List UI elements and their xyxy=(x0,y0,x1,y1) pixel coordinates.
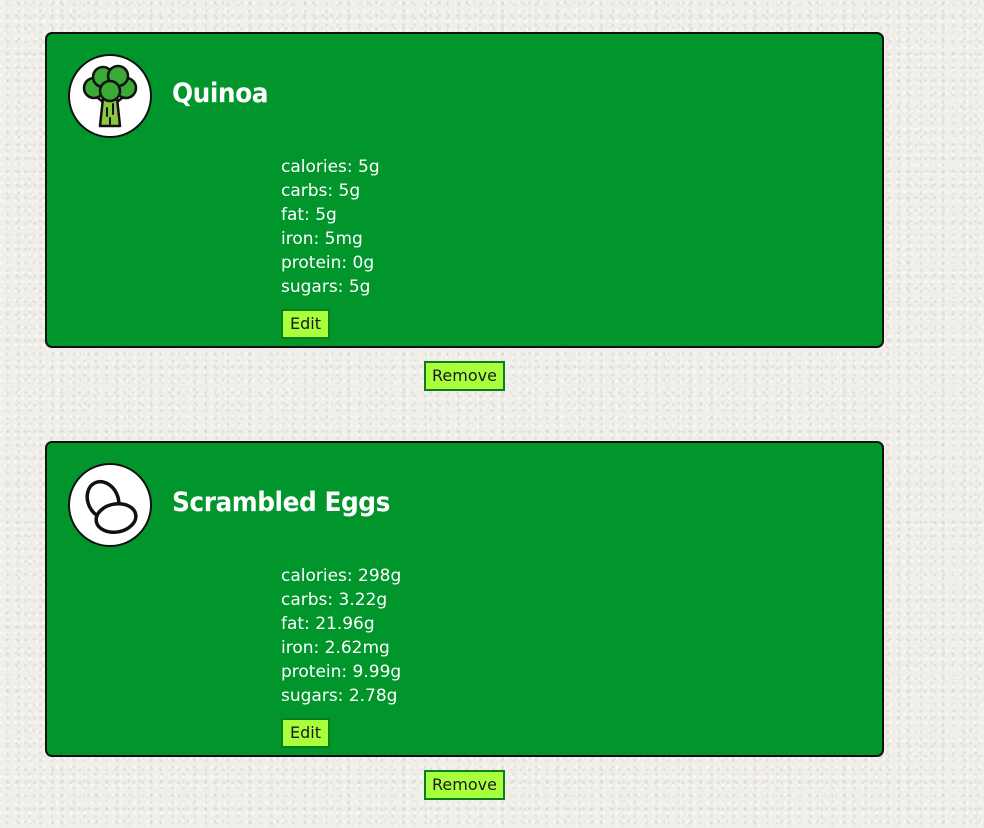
food-card: Scrambled Eggs calories: 298g carbs: 3.2… xyxy=(45,441,884,757)
food-name: Quinoa xyxy=(172,78,269,109)
nutrient-calories: calories: 5g xyxy=(281,157,380,177)
nutrient-carbs: carbs: 3.22g xyxy=(281,590,388,610)
nutrient-carbs: carbs: 5g xyxy=(281,181,361,201)
nutrient-protein: protein: 9.99g xyxy=(281,662,402,682)
remove-button[interactable]: Remove xyxy=(424,361,505,391)
remove-button[interactable]: Remove xyxy=(424,770,505,800)
nutrient-sugars: sugars: 5g xyxy=(281,277,371,297)
nutrient-list: calories: 298g carbs: 3.22g fat: 21.96g … xyxy=(281,564,401,708)
nutrient-fat: fat: 5g xyxy=(281,205,337,225)
nutrient-iron: iron: 5mg xyxy=(281,229,363,249)
edit-button[interactable]: Edit xyxy=(281,309,330,339)
nutrient-protein: protein: 0g xyxy=(281,253,375,273)
food-card: Quinoa calories: 5g carbs: 5g fat: 5g ir… xyxy=(45,32,884,348)
nutrient-fat: fat: 21.96g xyxy=(281,614,375,634)
nutrient-iron: iron: 2.62mg xyxy=(281,638,390,658)
food-name: Scrambled Eggs xyxy=(172,487,390,518)
nutrient-list: calories: 5g carbs: 5g fat: 5g iron: 5mg… xyxy=(281,155,380,299)
egg-icon xyxy=(68,463,152,547)
edit-button[interactable]: Edit xyxy=(281,718,330,748)
broccoli-icon xyxy=(68,54,152,138)
nutrient-calories: calories: 298g xyxy=(281,566,402,586)
nutrient-sugars: sugars: 2.78g xyxy=(281,686,398,706)
